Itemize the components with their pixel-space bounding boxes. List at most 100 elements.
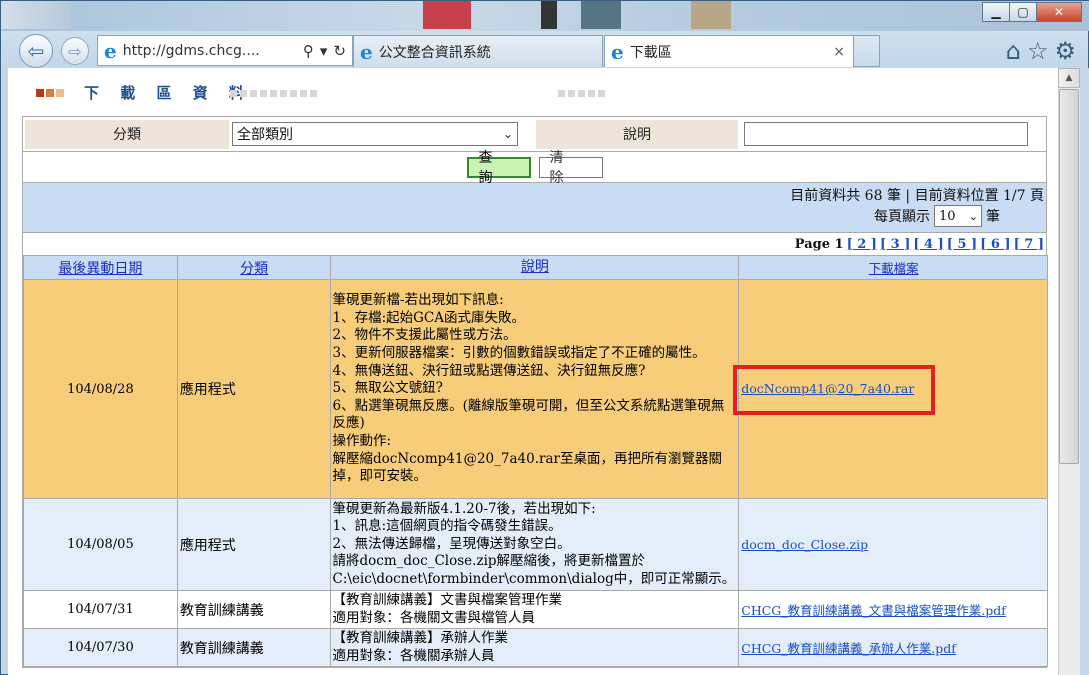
file-grid: 最後異動日期 分類 說明 下載檔案 104/08/28 應用程式 筆硯更新檔-若…	[23, 255, 1048, 668]
record-count-text: 目前資料共 68 筆 | 目前資料位置 1/7 頁	[790, 188, 1044, 204]
new-tab-button[interactable]	[854, 35, 880, 67]
page-link-6[interactable]: [ 6 ]	[980, 237, 1010, 252]
close-button[interactable]: ✕	[1036, 2, 1082, 22]
sort-link-description[interactable]: 說明	[521, 259, 549, 275]
sort-link-file[interactable]: 下載檔案	[869, 261, 919, 276]
page-link-2[interactable]: [ 2 ]	[847, 237, 877, 252]
home-icon[interactable]: ⌂	[1006, 37, 1021, 65]
button-row: 查 詢 清 除	[23, 150, 1046, 186]
row-category: 應用程式	[176, 498, 331, 591]
row-category: 教育訓練講義	[176, 589, 331, 630]
address-text: http://gdms.chcg....	[122, 42, 260, 59]
favorites-star-icon[interactable]: ☆	[1027, 37, 1049, 65]
annotation-highlight-box	[733, 365, 935, 415]
table-row: 104/08/05 應用程式 筆硯更新為最新版4.1.20-7後，若出現如下: …	[23, 498, 1048, 591]
tab-label: 下載區	[629, 44, 672, 61]
chevron-down-icon: ⌄	[502, 127, 513, 141]
category-select[interactable]: 全部類別 ⌄	[232, 122, 518, 146]
decor-square	[56, 88, 64, 97]
row-file-cell: CHCG_教育訓練講義_承辦人作業.pdf	[738, 628, 1048, 668]
description-input[interactable]	[744, 122, 1028, 146]
pagination: Page 1 [ 2 ] [ 3 ] [ 4 ] [ 5 ] [ 6 ] [ 7…	[23, 233, 1046, 255]
decor-square	[46, 88, 54, 97]
column-header-date[interactable]: 最後異動日期	[23, 255, 178, 280]
browser-toolbar: ⌂ ☆ ⚙	[1006, 37, 1076, 65]
download-link[interactable]: CHCG_教育訓練講義_承辦人作業.pdf	[741, 641, 956, 656]
chevron-down-icon: ⌄	[968, 209, 978, 223]
row-description: 筆硯更新檔-若出現如下訊息: 1、存檔:起始GCA函式庫失敗。 2、物件不支援此…	[329, 279, 740, 499]
per-page-value: 10	[939, 208, 956, 224]
row-date: 104/07/31	[23, 589, 178, 630]
clear-button[interactable]: 清 除	[538, 150, 603, 186]
download-link[interactable]: docm_doc_Close.zip	[741, 537, 868, 552]
page-link-3[interactable]: [ 3 ]	[880, 237, 910, 252]
search-icon[interactable]: ⚲	[303, 42, 314, 60]
tab-close-icon[interactable]: ×	[833, 44, 845, 60]
page-viewport: 下 載 區 資 料 分類 全部類別 ⌄ 說明 查 詢 清 除 目前資料共 68 …	[8, 68, 1058, 675]
row-description: 筆硯更新為最新版4.1.20-7後，若出現如下: 1、訊息:這個網頁的指令碼發生…	[329, 498, 740, 591]
tab-label: 公文整合資訊系統	[378, 44, 491, 61]
tab-gdms[interactable]: e 公文整合資訊系統	[353, 35, 603, 67]
table-header-row: 最後異動日期 分類 說明 下載檔案	[23, 255, 1048, 280]
row-date: 104/07/30	[23, 628, 178, 668]
desktop-remnant	[581, 1, 621, 29]
ie-logo-icon: e	[360, 39, 373, 64]
column-header-file[interactable]: 下載檔案	[738, 255, 1048, 280]
category-label: 分類	[25, 119, 229, 149]
window-controls: ▁ ▢ ✕	[982, 2, 1082, 22]
filter-row: 分類 全部類別 ⌄ 說明	[23, 117, 1046, 152]
per-page-label: 每頁顯示	[874, 209, 930, 225]
page-link-7[interactable]: [ 7 ]	[1014, 237, 1044, 252]
refresh-icon[interactable]: ↻	[333, 42, 346, 60]
page-link-4[interactable]: [ 4 ]	[913, 237, 943, 252]
forward-arrow-icon: ⇨	[68, 41, 82, 61]
row-category: 應用程式	[176, 279, 331, 499]
desktop-remnant	[541, 1, 557, 29]
scroll-up-button[interactable]: ▲	[1058, 68, 1080, 88]
row-category: 教育訓練講義	[176, 628, 331, 668]
table-row: 104/07/31 教育訓練講義 【教育訓練講義】文書與檔案管理作業 適用對象：…	[23, 589, 1048, 630]
decor-dots	[558, 90, 608, 97]
row-description: 【教育訓練講義】承辦人作業 適用對象：各機關承辦人員	[329, 628, 740, 668]
per-page-control: 每頁顯示 10 ⌄ 筆	[874, 205, 1000, 227]
row-date: 104/08/05	[23, 498, 178, 591]
window-border	[1080, 68, 1089, 675]
per-page-select[interactable]: 10 ⌄	[934, 205, 982, 227]
page-header: 下 載 區 資 料	[36, 82, 252, 103]
back-arrow-icon: ⇦	[27, 39, 45, 63]
dropdown-arrow-icon[interactable]: ▾	[320, 42, 328, 60]
sort-link-date[interactable]: 最後異動日期	[58, 261, 142, 277]
scrollbar-thumb[interactable]	[1059, 89, 1079, 464]
decor-square	[36, 88, 44, 97]
description-label: 說明	[536, 119, 738, 149]
decor-dots	[230, 90, 320, 97]
category-select-value: 全部類別	[237, 127, 293, 143]
ie-logo-icon: e	[611, 39, 624, 64]
row-date: 104/08/28	[23, 279, 178, 499]
current-page-label: Page 1	[794, 236, 844, 252]
tab-download[interactable]: e 下載區 ×	[604, 35, 854, 67]
column-header-description[interactable]: 說明	[329, 255, 740, 280]
column-header-category[interactable]: 分類	[176, 255, 331, 280]
address-bar[interactable]: e http://gdms.chcg.... ⚲ ▾ ↻	[97, 35, 353, 66]
minimize-button[interactable]: ▁	[982, 2, 1010, 22]
table-row: 104/07/30 教育訓練講義 【教育訓練講義】承辦人作業 適用對象：各機關承…	[23, 628, 1048, 668]
back-button[interactable]: ⇦	[19, 34, 53, 68]
desktop-remnant	[691, 1, 731, 29]
page-link-5[interactable]: [ 5 ]	[947, 237, 977, 252]
summary-row: 目前資料共 68 筆 | 目前資料位置 1/7 頁 每頁顯示 10 ⌄ 筆	[23, 183, 1046, 233]
row-file-cell: CHCG_教育訓練講義_文書與檔案管理作業.pdf	[738, 589, 1048, 630]
ie-logo-icon: e	[104, 38, 117, 63]
settings-gear-icon[interactable]: ⚙	[1054, 37, 1076, 65]
sort-link-category[interactable]: 分類	[240, 261, 268, 277]
query-button[interactable]: 查 詢	[466, 150, 531, 186]
row-file-cell: docm_doc_Close.zip	[738, 498, 1048, 591]
forward-button[interactable]: ⇨	[61, 37, 89, 65]
desktop-remnant	[423, 1, 471, 29]
per-page-unit: 筆	[986, 209, 1000, 225]
row-description: 【教育訓練講義】文書與檔案管理作業 適用對象：各機關文書與檔管人員	[329, 589, 740, 630]
maximize-button[interactable]: ▢	[1009, 2, 1037, 22]
page-title: 下 載 區 資 料	[84, 84, 252, 102]
desktop-remnant	[1, 1, 71, 29]
download-link[interactable]: CHCG_教育訓練講義_文書與檔案管理作業.pdf	[741, 603, 1006, 618]
